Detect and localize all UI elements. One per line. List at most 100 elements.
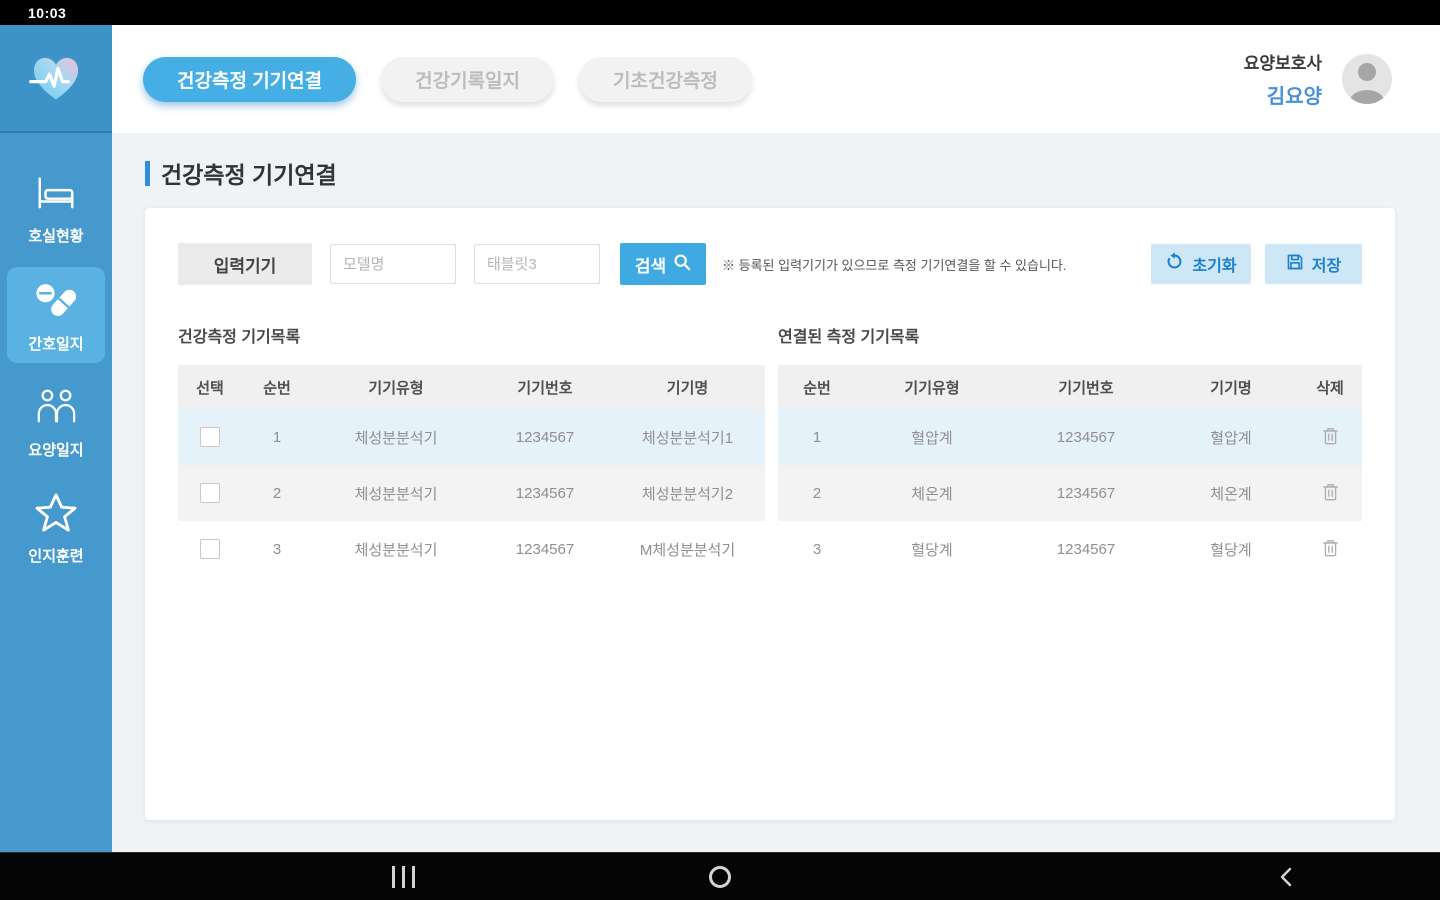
- header: 건강측정 기기연결 건강기록일지 기초건강측정 요양보호사 김요양: [0, 25, 1440, 133]
- delete-button[interactable]: [1322, 482, 1339, 505]
- tab-device-connect[interactable]: 건강측정 기기연결: [143, 56, 357, 102]
- status-bar: 10:03: [0, 0, 1440, 25]
- tab-basic-health-measure[interactable]: 기초건강측정: [579, 56, 752, 102]
- user-role: 요양보호사: [1243, 54, 1322, 73]
- tablet-input[interactable]: [474, 244, 600, 284]
- cell-type: 혈당계: [911, 541, 953, 559]
- cell-number: 1234567: [1056, 428, 1116, 446]
- col-device-number: 기기번호: [517, 379, 573, 397]
- table-row: 3 체성분분석기 1234567 M체성분분석기: [178, 521, 765, 577]
- search-icon: [673, 253, 691, 276]
- tab-health-record-log[interactable]: 건강기록일지: [381, 56, 555, 102]
- refresh-icon: [1165, 252, 1184, 276]
- sidebar: 호실현황 간호일지 요양일지 인지훈련: [0, 133, 112, 852]
- page-title: 건강측정 기기연결: [161, 162, 337, 188]
- people-icon: [33, 385, 79, 432]
- sidebar-item-care-log[interactable]: 요양일지: [7, 375, 105, 469]
- trash-icon: [1322, 427, 1339, 449]
- cell-type: 체온계: [911, 485, 953, 503]
- reset-button[interactable]: 초기화: [1151, 244, 1251, 284]
- table-row: 3 혈당계 1234567 혈당계: [778, 521, 1362, 577]
- cell-number: 1234567: [1056, 540, 1116, 558]
- cell-no: 2: [812, 484, 822, 502]
- col-select: 선택: [196, 379, 224, 397]
- clock: 10:03: [28, 4, 67, 21]
- search-note: ※ 등록된 입력기기가 있으므로 측정 기기연결을 할 수 있습니다.: [722, 257, 1067, 273]
- avatar-head-icon: [1358, 63, 1376, 81]
- col-no: 순번: [263, 379, 291, 397]
- android-nav-bar: [0, 852, 1440, 900]
- table-row: 1 혈압계 1234567 혈압계: [778, 409, 1362, 465]
- app-root: 10:03 건강측정 기기연결 건강기록일지 기초건강측정 요양보호사 김요양 …: [0, 0, 1440, 900]
- save-icon: [1286, 253, 1304, 276]
- home-icon[interactable]: [709, 866, 731, 888]
- table-row: 1 체성분분석기 1234567 체성분분석기1: [178, 409, 765, 465]
- trash-icon: [1322, 483, 1339, 505]
- sidebar-item-room-status[interactable]: 호실현황: [7, 161, 105, 255]
- col-device-type: 기기유형: [368, 379, 424, 397]
- user-area: 요양보호사 김요양: [1244, 49, 1440, 109]
- cell-name: 혈압계: [1210, 429, 1252, 447]
- table-row: 2 체온계 1234567 체온계: [778, 465, 1362, 521]
- reset-button-label: 초기화: [1192, 258, 1237, 275]
- cell-number: 1234567: [515, 428, 575, 446]
- search-button[interactable]: 검색: [620, 243, 706, 285]
- cell-name: M체성분분석기: [639, 541, 736, 559]
- delete-button[interactable]: [1322, 426, 1339, 449]
- content-card: 입력기기 검색 ※ 등록된 입력기기가 있으므로 측정 기기연결을 할 수 있습…: [145, 208, 1395, 820]
- cell-type: 체성분분석기: [354, 485, 438, 503]
- title-accent-bar: [145, 160, 150, 186]
- delete-button[interactable]: [1322, 538, 1339, 561]
- cell-no: 1: [272, 428, 282, 446]
- avatar[interactable]: [1342, 54, 1392, 104]
- sidebar-item-label: 간호일지: [28, 336, 84, 353]
- recents-icon[interactable]: [392, 866, 415, 888]
- sidebar-item-label: 요양일지: [28, 442, 84, 459]
- cell-number: 1234567: [1056, 484, 1116, 502]
- user-name: 김요양: [1266, 86, 1322, 108]
- cell-name: 혈당계: [1210, 541, 1252, 559]
- left-table-header: 선택 순번 기기유형 기기번호 기기명: [178, 365, 765, 409]
- col-delete: 삭제: [1316, 379, 1344, 397]
- col-device-number: 기기번호: [1058, 379, 1114, 397]
- left-table-title: 건강측정 기기목록: [178, 329, 301, 346]
- cell-name: 체성분분석기1: [641, 429, 734, 447]
- cell-number: 1234567: [515, 540, 575, 558]
- col-device-name: 기기명: [1210, 379, 1252, 397]
- sidebar-item-cognitive-training[interactable]: 인지훈련: [7, 481, 105, 575]
- right-table-header: 순번 기기유형 기기번호 기기명 삭제: [778, 365, 1362, 409]
- col-no: 순번: [803, 379, 831, 397]
- health-device-list-section: 건강측정 기기목록 선택 순번 기기유형 기기번호 기기명 1 체성분분석기 1…: [178, 323, 765, 577]
- trash-icon: [1322, 539, 1339, 561]
- model-name-input[interactable]: [330, 244, 456, 284]
- tables-row: 건강측정 기기목록 선택 순번 기기유형 기기번호 기기명 1 체성분분석기 1…: [178, 323, 1362, 577]
- save-button[interactable]: 저장: [1265, 244, 1362, 284]
- bed-icon: [33, 171, 79, 218]
- back-icon[interactable]: [1278, 866, 1294, 893]
- connected-device-list-section: 연결된 측정 기기목록 순번 기기유형 기기번호 기기명 삭제 1 혈압계 12…: [778, 323, 1362, 577]
- cell-no: 3: [812, 540, 822, 558]
- app-logo: [0, 25, 112, 133]
- input-device-label: 입력기기: [178, 243, 312, 285]
- cell-name: 체온계: [1210, 485, 1252, 503]
- search-button-label: 검색: [634, 256, 667, 276]
- row-checkbox[interactable]: [200, 427, 220, 447]
- cell-name: 체성분분석기2: [641, 485, 734, 503]
- sidebar-item-nursing-log[interactable]: 간호일지: [7, 267, 105, 363]
- cell-no: 1: [812, 428, 822, 446]
- pills-icon: [32, 277, 80, 326]
- cell-number: 1234567: [515, 484, 575, 502]
- cell-type: 체성분분석기: [354, 541, 438, 559]
- page-title-row: 건강측정 기기연결: [145, 156, 1440, 190]
- main-content: 건강측정 기기연결 입력기기 검색 ※ 등록된 입력기기가 있으므로: [112, 133, 1440, 852]
- table-row: 2 체성분분석기 1234567 체성분분석기2: [178, 465, 765, 521]
- cell-type: 혈압계: [911, 429, 953, 447]
- col-device-name: 기기명: [666, 379, 709, 397]
- cell-no: 3: [272, 540, 282, 558]
- star-icon: [33, 491, 79, 538]
- row-checkbox[interactable]: [200, 539, 220, 559]
- row-checkbox[interactable]: [200, 483, 220, 503]
- sidebar-item-label: 호실현황: [28, 228, 84, 245]
- search-row: 입력기기 검색 ※ 등록된 입력기기가 있으므로 측정 기기연결을 할 수 있습…: [178, 243, 1362, 285]
- cell-no: 2: [272, 484, 282, 502]
